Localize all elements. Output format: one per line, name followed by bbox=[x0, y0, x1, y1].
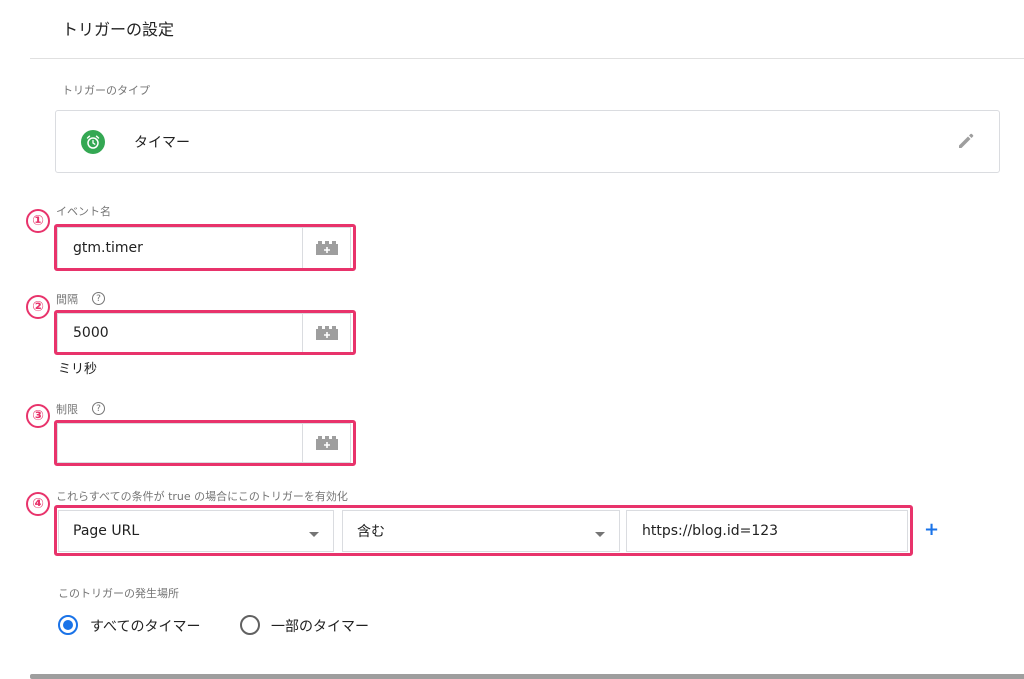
highlight-1 bbox=[54, 224, 356, 271]
marker-3: ③ bbox=[26, 404, 50, 428]
conditions-label: これらすべての条件が true の場合にこのトリガーを有効化 bbox=[56, 490, 348, 503]
radio-some-timers-label[interactable]: 一部のタイマー bbox=[271, 616, 369, 636]
limit-label: 制限 bbox=[56, 403, 78, 416]
trigger-type-label: トリガーのタイプ bbox=[62, 84, 150, 97]
radio-some-timers[interactable] bbox=[240, 615, 260, 635]
panel-shadow bbox=[30, 674, 1024, 679]
interval-label: 間隔 bbox=[56, 293, 78, 306]
title-divider bbox=[30, 58, 1024, 59]
highlight-2 bbox=[54, 310, 356, 355]
event-name-label: イベント名 bbox=[56, 205, 111, 218]
radio-all-timers[interactable] bbox=[58, 615, 78, 635]
highlight-4 bbox=[54, 505, 913, 556]
page-title: トリガーの設定 bbox=[62, 20, 175, 39]
help-icon[interactable]: ? bbox=[92, 402, 105, 415]
trigger-type-name: タイマー bbox=[134, 135, 190, 151]
marker-4: ④ bbox=[26, 492, 50, 516]
add-condition-button[interactable]: + bbox=[924, 519, 939, 540]
marker-1: ① bbox=[26, 209, 50, 233]
radio-all-timers-label[interactable]: すべてのタイマー bbox=[90, 616, 200, 636]
timer-icon bbox=[81, 130, 105, 154]
highlight-3 bbox=[54, 420, 356, 466]
fire-on-label: このトリガーの発生場所 bbox=[58, 587, 179, 600]
interval-units: ミリ秒 bbox=[58, 362, 98, 377]
trigger-type-card[interactable] bbox=[55, 110, 1000, 173]
marker-2: ② bbox=[26, 295, 50, 319]
help-icon[interactable]: ? bbox=[92, 292, 105, 305]
pencil-icon[interactable] bbox=[956, 131, 976, 155]
